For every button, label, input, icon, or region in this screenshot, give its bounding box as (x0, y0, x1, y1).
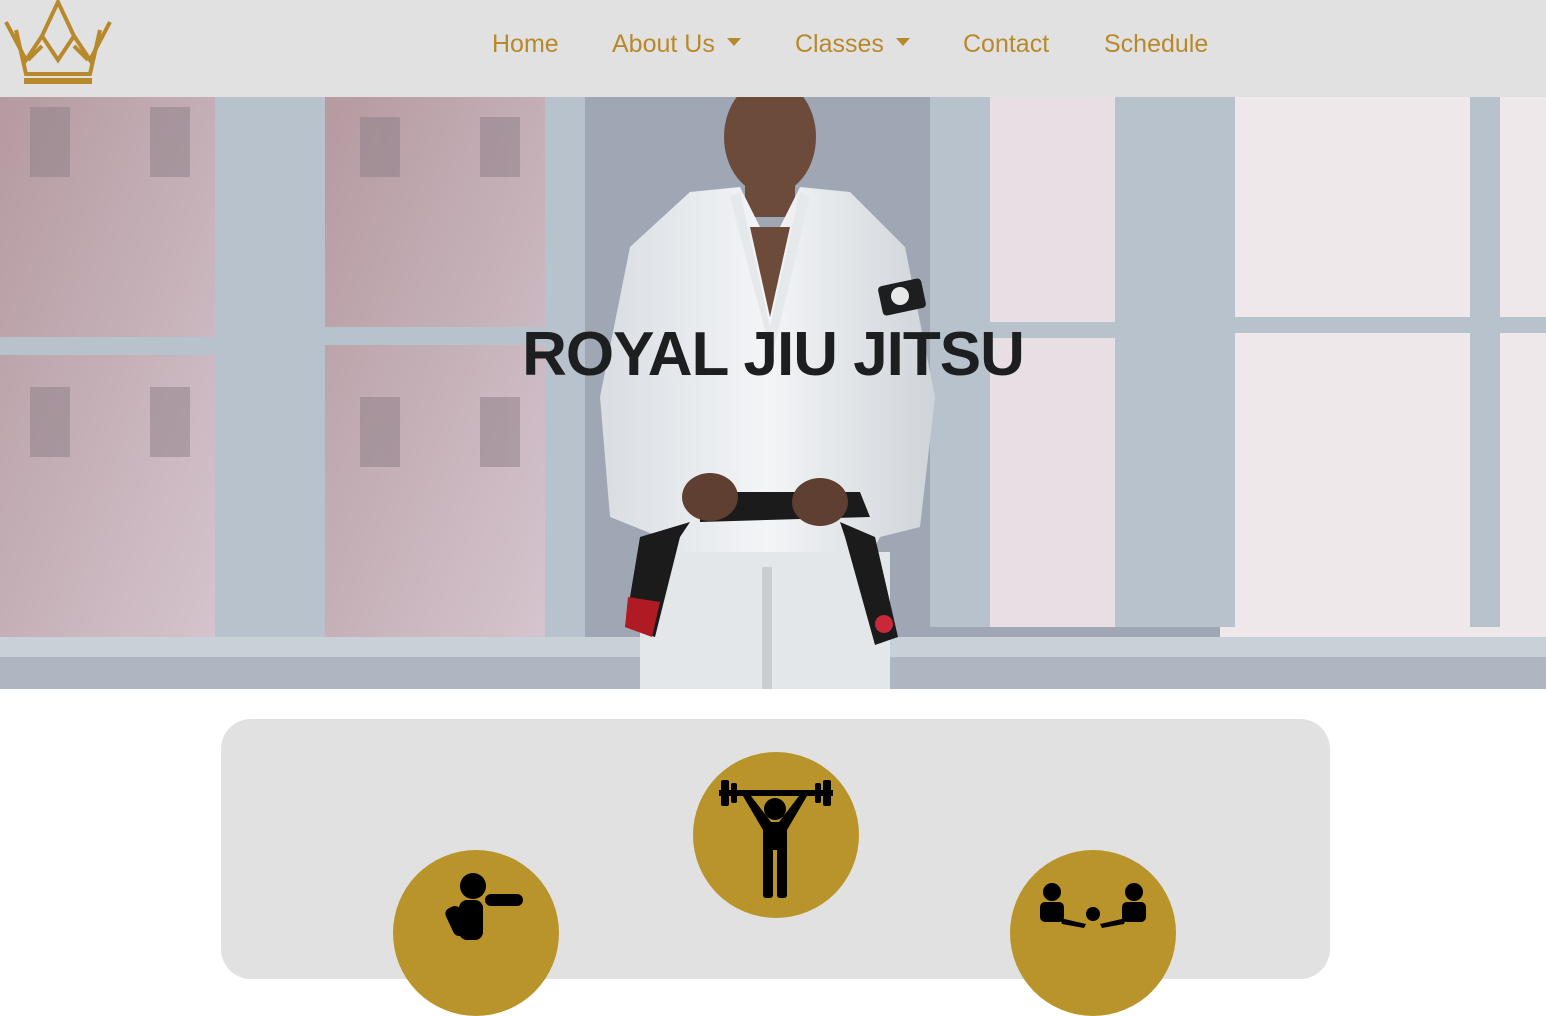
chevron-down-icon (895, 38, 910, 47)
group-icon (1040, 883, 1146, 928)
features-panel (221, 719, 1330, 1016)
nav-home[interactable]: Home (492, 29, 559, 59)
nav-classes[interactable]: Classes (795, 29, 910, 59)
nav-contact[interactable]: Contact (963, 29, 1049, 59)
nav-schedule-label: Schedule (1104, 30, 1209, 58)
navbar: Home About Us Classes Contact Schedule (0, 0, 1546, 97)
boxing-icon (445, 873, 523, 940)
nav-home-label: Home (492, 30, 559, 58)
main-nav: Home About Us Classes Contact Schedule (0, 0, 1546, 90)
group-feature[interactable] (1010, 850, 1176, 1016)
nav-contact-label: Contact (963, 30, 1050, 58)
hero-background-image (0, 97, 1546, 689)
nav-schedule[interactable]: Schedule (1104, 29, 1208, 59)
nav-classes-label: Classes (795, 30, 884, 58)
nav-about-us[interactable]: About Us (612, 29, 741, 59)
hero-title: ROYAL JIU JITSU (522, 320, 1025, 389)
chevron-down-icon (726, 38, 741, 47)
boxing-feature[interactable] (393, 850, 559, 1016)
nav-about-us-label: About Us (612, 30, 715, 58)
hero-banner: ROYAL JIU JITSU (0, 97, 1546, 689)
weightlifting-icon (719, 780, 833, 898)
weightlifting-feature[interactable] (693, 752, 859, 918)
